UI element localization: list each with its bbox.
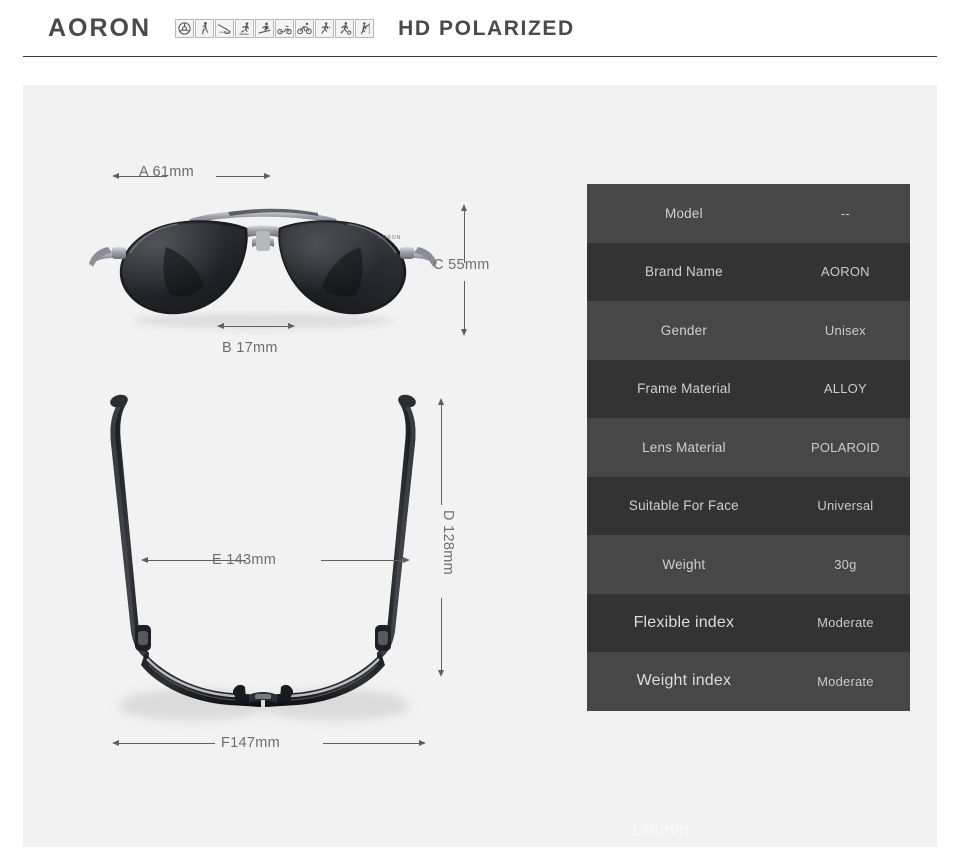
watermark-bottom: 148mm [630, 820, 690, 839]
spec-label: Suitable For Face [628, 498, 739, 514]
dimension-label-a: A 61mm [139, 164, 194, 180]
arrow-head-f-right [419, 740, 426, 746]
spec-value: POLAROID [810, 439, 880, 455]
dimension-label-c: C 55mm [433, 257, 490, 273]
motorcycle-icon [275, 19, 295, 38]
arrow-head-e-left [141, 557, 148, 563]
running-icon [315, 19, 335, 38]
spec-label: Model [665, 205, 703, 221]
dimension-line-b [224, 326, 288, 327]
specification-table: Model -- Brand Name AORON Gender Unisex … [587, 184, 910, 711]
golf-icon [195, 19, 215, 38]
spec-value: Unisex [824, 322, 866, 338]
spec-value: AORON [821, 264, 870, 280]
sunglasses-top-view [83, 385, 443, 785]
table-row: Flexible index Moderate [587, 593, 910, 652]
dimension-line-c-bottom [464, 281, 465, 329]
dimension-label-f: F147mm [221, 735, 281, 751]
steering-wheel-icon [175, 19, 195, 38]
spec-label: Flexible index [633, 613, 735, 631]
spec-value: 30g [834, 556, 857, 572]
climbing-icon [355, 19, 375, 38]
brand-logo-text: AORON [48, 14, 152, 42]
tagline-text: HD POLARIZED [398, 17, 575, 40]
dimension-line-a-right [216, 176, 264, 177]
table-row: Weight 30g [587, 535, 910, 594]
skating-icon [235, 19, 255, 38]
fishing-icon [215, 19, 235, 38]
arrow-head-d-top [438, 398, 444, 405]
table-row: Frame Material ALLOY [587, 359, 910, 418]
skiing-icon [255, 19, 275, 38]
dimension-label-e: E 143mm [212, 552, 277, 568]
dimension-line-f-right [323, 743, 419, 744]
dimension-line-a-left [119, 176, 167, 177]
spec-value: ALLOY [823, 381, 867, 397]
spec-label: Weight [662, 556, 706, 572]
dimension-line-d-top [441, 405, 442, 505]
table-row: Lens Material POLAROID [587, 418, 910, 477]
spec-label: Frame Material [637, 381, 731, 397]
table-row: Model -- [587, 184, 910, 243]
arrow-head-d-bottom [438, 670, 444, 677]
dimension-line-d-bottom [441, 598, 442, 670]
arrow-head-b-left [217, 323, 224, 329]
spec-label: Lens Material [642, 439, 726, 455]
sunglasses-front-view: AORON [78, 195, 448, 335]
spec-label: Gender [660, 322, 708, 338]
dimension-line-e-right [321, 560, 403, 561]
cycling-icon [295, 19, 315, 38]
arrow-head-f-left [112, 740, 119, 746]
sport-icon-strip [175, 19, 375, 38]
table-row: Suitable For Face Universal [587, 476, 910, 535]
spec-value: Moderate [817, 615, 874, 631]
arrow-head-c-top [461, 204, 467, 211]
arrow-head-a-left [112, 173, 119, 179]
spec-value: Moderate [817, 673, 874, 689]
arrow-head-c-bottom [461, 329, 467, 336]
svg-text:AORON: AORON [378, 235, 401, 241]
dimension-label-d: D 128mm [440, 510, 456, 575]
table-row: Brand Name AORON [587, 242, 910, 301]
arrow-head-e-right [403, 557, 410, 563]
page-header: AORON HD POLARIZED [0, 0, 960, 57]
header-divider [23, 56, 937, 57]
dimension-label-b: B 17mm [222, 340, 278, 356]
spec-value: Universal [817, 498, 874, 514]
dimension-line-f-left [119, 743, 215, 744]
spec-value: -- [840, 205, 850, 221]
product-spec-page: AORON HD POLARIZED 148mm A 61mm AORON B … [0, 0, 960, 859]
arrow-head-a-right [264, 173, 271, 179]
table-row: Weight index Moderate [587, 652, 910, 711]
spec-label: Brand Name [645, 264, 723, 280]
dimension-line-c-top [464, 211, 465, 263]
table-row: Gender Unisex [587, 301, 910, 360]
soccer-icon [335, 19, 355, 38]
spec-label: Weight index [636, 672, 732, 690]
header-content: AORON HD POLARIZED [48, 0, 575, 57]
arrow-head-b-right [288, 323, 295, 329]
